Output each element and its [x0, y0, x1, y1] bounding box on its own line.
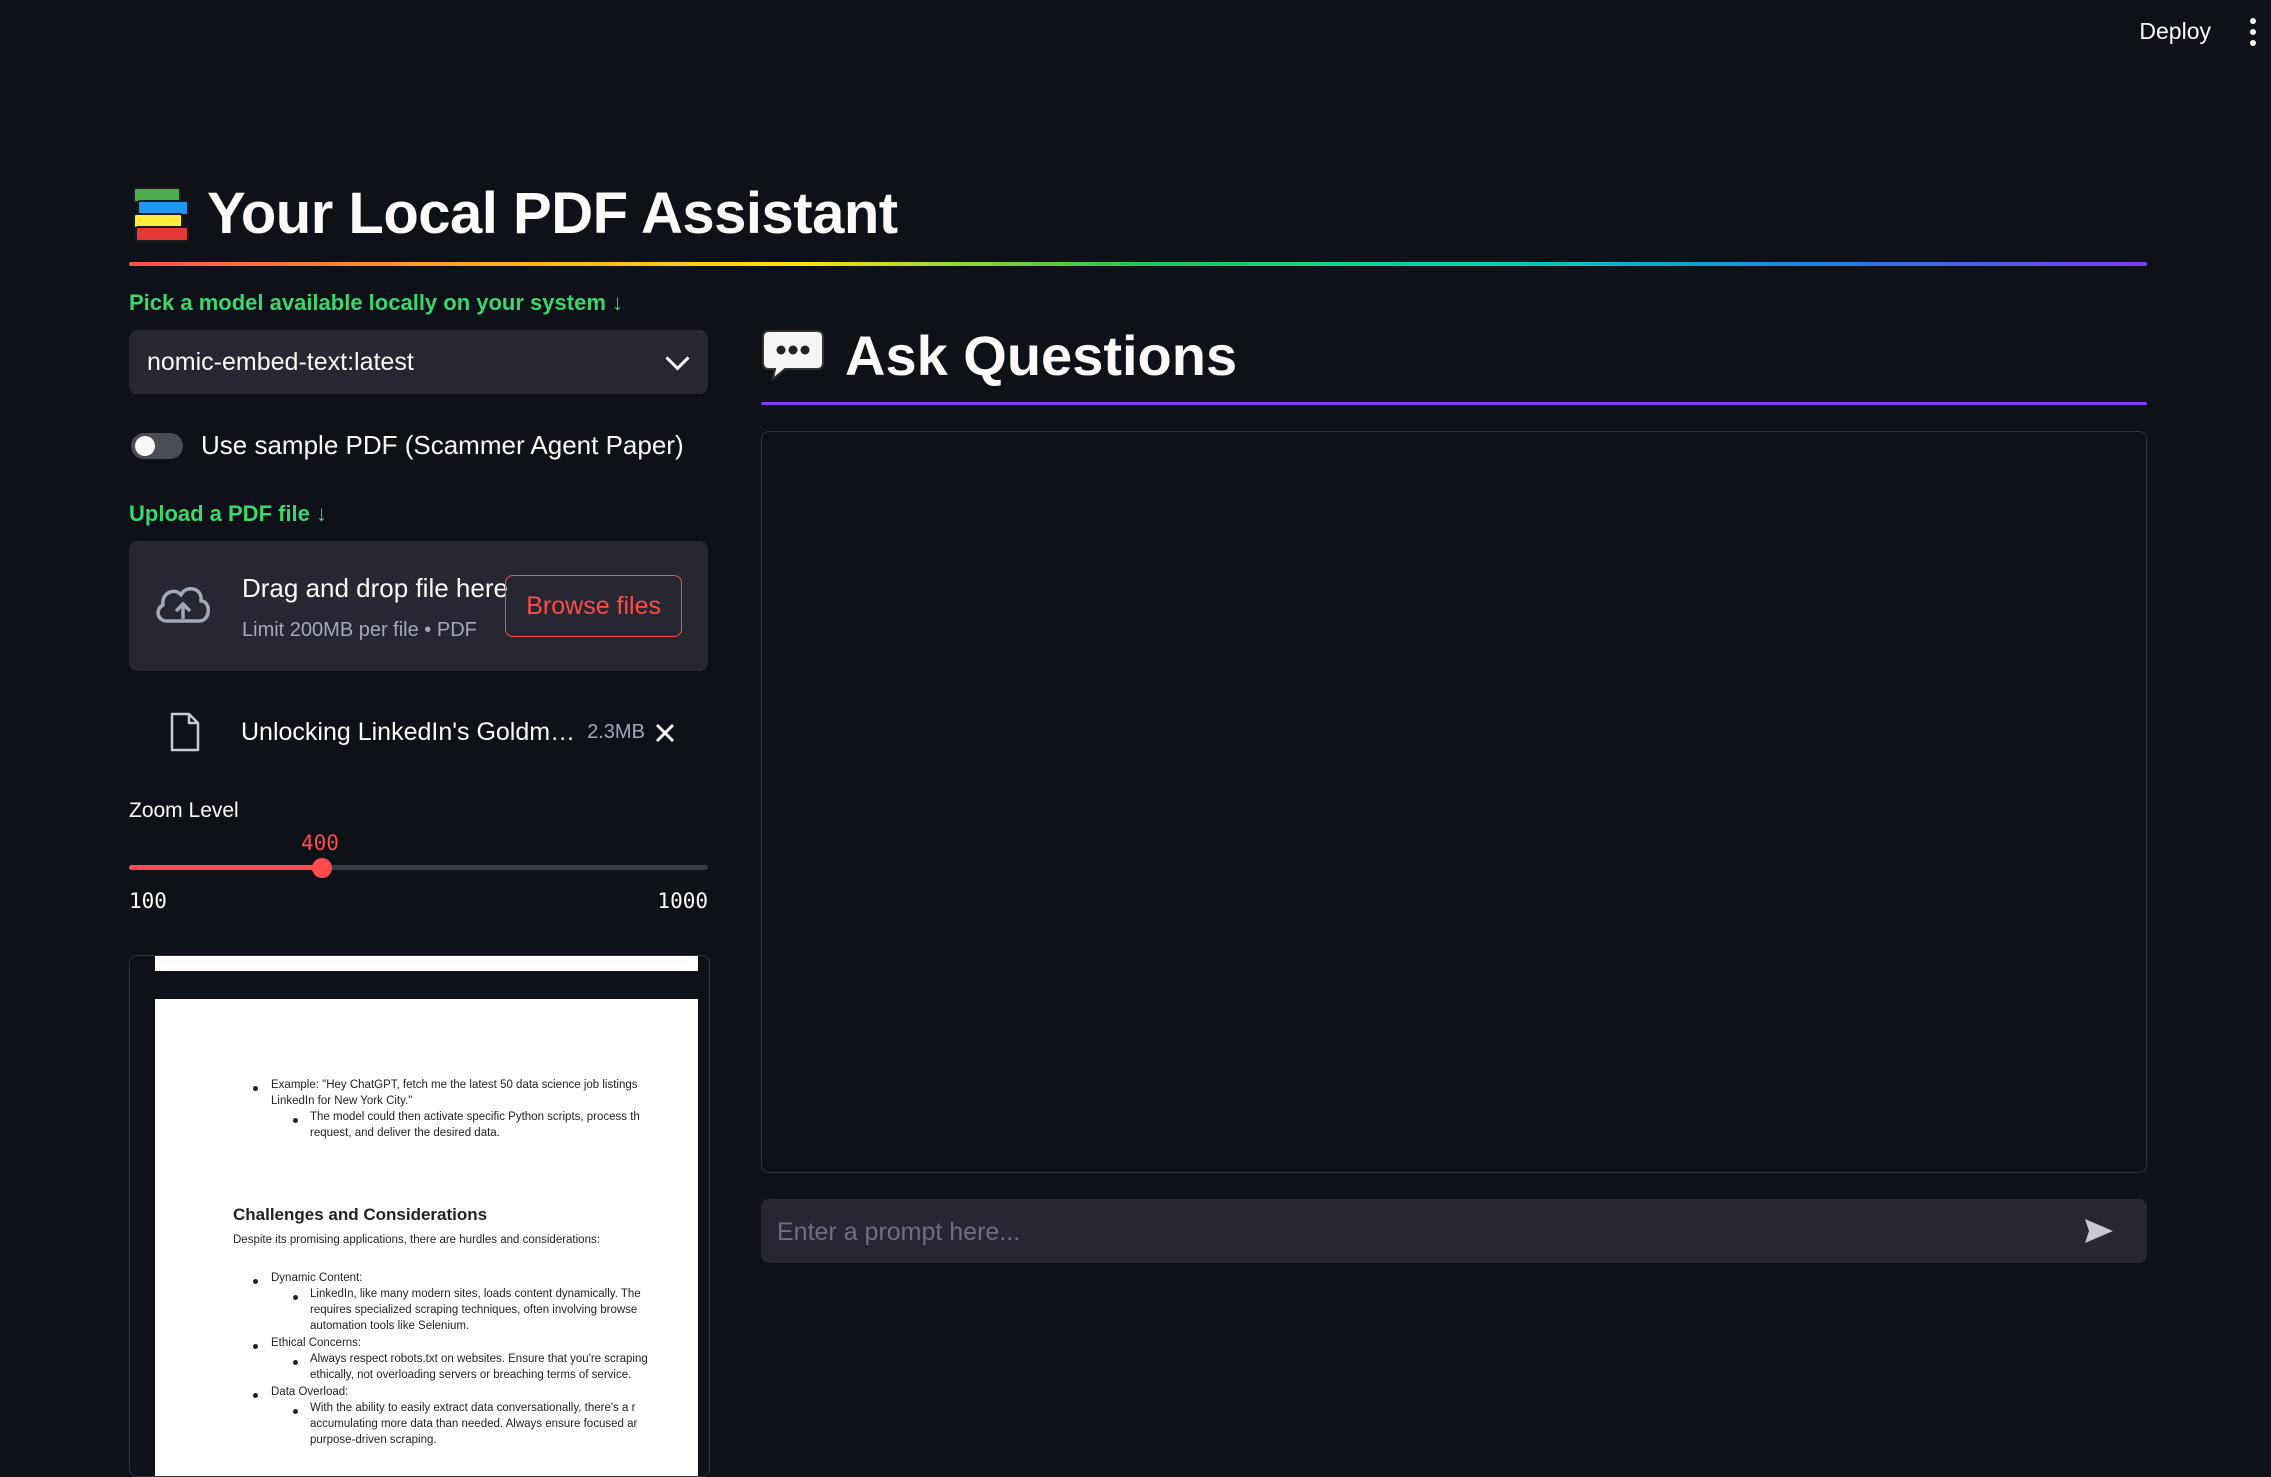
chat-heading: Ask Questions — [845, 323, 1238, 387]
send-icon[interactable] — [2083, 1217, 2115, 1245]
zoom-value: 400 — [301, 831, 339, 855]
pdf-line: The model could then activate specific P… — [310, 1111, 640, 1123]
slider-thumb[interactable] — [312, 858, 332, 878]
pdf-line: Dynamic Content: — [271, 1272, 363, 1284]
pdf-line: requires specialized scraping techniques… — [310, 1304, 638, 1316]
bullet — [253, 1393, 258, 1398]
model-select[interactable]: nomic-embed-text:latest — [129, 330, 708, 394]
bullet — [253, 1279, 258, 1284]
zoom-max: 1000 — [657, 889, 708, 913]
upload-label: Upload a PDF file ↓ — [129, 501, 328, 526]
chat-panel: Ask Questions — [761, 320, 2147, 1265]
chat-heading-divider — [761, 402, 2147, 405]
close-icon[interactable] — [652, 717, 678, 747]
page-title-row: Your Local PDF Assistant — [129, 180, 898, 247]
pdf-line: ethically, not overloading servers or br… — [310, 1369, 632, 1381]
kebab-menu-icon[interactable] — [2245, 18, 2261, 48]
chevron-down-icon — [665, 345, 690, 371]
zoom-slider[interactable]: 400 100 1000 — [129, 823, 708, 923]
bullet — [293, 1409, 298, 1414]
prompt-bar — [761, 1199, 2147, 1265]
pdf-line: purpose-driven scraping. — [310, 1434, 437, 1446]
zoom-min: 100 — [129, 889, 167, 913]
pdf-line: Always respect robots.txt on websites. E… — [310, 1353, 648, 1365]
bullet — [293, 1295, 298, 1300]
bullet — [293, 1360, 298, 1365]
model-select-value: nomic-embed-text:latest — [147, 347, 414, 376]
pdf-page: Example: "Hey ChatGPT, fetch me the late… — [155, 999, 698, 1476]
pdf-page-strip — [155, 956, 698, 971]
zoom-label: Zoom Level — [129, 799, 239, 822]
chat-heading-row: Ask Questions — [761, 320, 2147, 390]
pdf-line: request, and deliver the desired data. — [310, 1127, 500, 1139]
pdf-line: Despite its promising applications, ther… — [233, 1234, 600, 1246]
pdf-line: Data Overload: — [271, 1386, 349, 1398]
page-title: Your Local PDF Assistant — [207, 181, 898, 246]
model-select-label: Pick a model available locally on your s… — [129, 290, 623, 315]
pdf-line: LinkedIn, like many modern sites, loads … — [310, 1288, 641, 1300]
dropzone-title: Drag and drop file here — [242, 573, 508, 603]
pdf-line: Example: "Hey ChatGPT, fetch me the late… — [271, 1079, 638, 1091]
top-toolbar: Deploy — [0, 0, 2271, 70]
file-size: 2.3MB — [587, 720, 645, 743]
pdf-heading: Challenges and Considerations — [233, 1205, 488, 1224]
bullet — [293, 1118, 298, 1123]
cloud-upload-icon — [156, 587, 210, 623]
slider-track[interactable] — [129, 858, 708, 878]
bullet — [253, 1344, 258, 1349]
pdf-line: Ethical Concerns: — [271, 1337, 362, 1349]
pdf-line: With the ability to easily extract data … — [310, 1402, 636, 1414]
pdf-preview[interactable]: Example: "Hey ChatGPT, fetch me the late… — [129, 955, 710, 1477]
pdf-line: LinkedIn for New York City." — [271, 1095, 413, 1107]
slider-fill — [129, 865, 322, 870]
deploy-button[interactable]: Deploy — [2139, 18, 2211, 45]
dropzone-limit: Limit 200MB per file • PDF — [242, 619, 477, 641]
file-icon — [170, 712, 200, 752]
sample-pdf-toggle-label: Use sample PDF (Scammer Agent Paper) — [201, 430, 684, 460]
pdf-line: automation tools like Selenium. — [310, 1320, 470, 1332]
uploaded-file: Unlocking LinkedIn's Goldm… 2.3MB — [129, 697, 708, 767]
browse-files-button[interactable]: Browse files — [505, 575, 682, 637]
file-name: Unlocking LinkedIn's Goldm… — [241, 717, 576, 746]
pdf-line: accumulating more data than needed. Alwa… — [310, 1418, 638, 1430]
bullet — [253, 1086, 258, 1091]
left-panel: Pick a model available locally on your s… — [129, 290, 708, 923]
sample-pdf-toggle[interactable] — [131, 432, 183, 459]
sample-pdf-toggle-row: Use sample PDF (Scammer Agent Paper) — [129, 430, 708, 461]
file-dropzone[interactable]: Drag and drop file here Limit 200MB per … — [129, 541, 708, 671]
speech-balloon-icon — [762, 330, 824, 382]
title-divider — [129, 262, 2147, 266]
prompt-input[interactable] — [775, 1199, 2059, 1265]
books-icon — [129, 185, 191, 243]
chat-messages-container[interactable] — [761, 431, 2147, 1173]
